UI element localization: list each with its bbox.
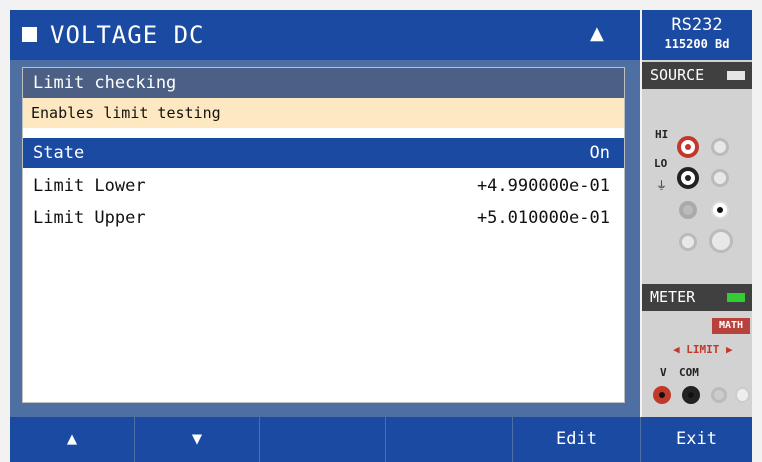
v-label: V — [660, 366, 667, 379]
terminal-jack-icon — [711, 201, 729, 219]
source-header: SOURCE — [642, 62, 752, 89]
row-value: On — [589, 143, 610, 163]
ground-icon: ⏚ — [656, 179, 667, 192]
softkey-3[interactable] — [260, 417, 386, 462]
limit-indicator: ◀ LIMIT ▶ — [673, 343, 733, 356]
com-label: COM — [679, 366, 699, 379]
warning-triangle-icon: ▲ — [590, 23, 604, 44]
softkey-label: Edit — [556, 429, 597, 449]
terminal-side-panel — [642, 60, 752, 417]
terminal-jack-icon — [711, 169, 729, 187]
source-indicator-icon — [727, 71, 745, 80]
terminal-jack-icon — [679, 201, 697, 219]
panel-heading: Limit checking — [23, 68, 624, 98]
softkey-label: Exit — [676, 429, 717, 449]
meter-indicator-icon — [727, 293, 745, 302]
row-label: Limit Lower — [33, 176, 146, 196]
baud-rate: 115200 Bd — [664, 37, 730, 51]
terminal-jack-icon — [735, 387, 750, 403]
row-label: Limit Upper — [33, 208, 146, 228]
hi-label: HI — [655, 128, 669, 141]
row-label: State — [33, 143, 85, 163]
instrument-screen: VOLTAGE DC ▲ RS232 115200 Bd Limit check… — [0, 0, 762, 462]
up-arrow-icon: ▲ — [66, 429, 78, 449]
softkey-up[interactable]: ▲ — [10, 417, 135, 462]
function-title: VOLTAGE DC — [50, 21, 205, 49]
terminal-jack-icon — [711, 138, 729, 156]
interface-status: RS232 115200 Bd — [642, 10, 752, 60]
softkey-edit[interactable]: Edit — [513, 417, 641, 462]
row-value: +4.990000e-01 — [476, 176, 610, 196]
source-label: SOURCE — [650, 66, 705, 84]
meter-label: METER — [650, 288, 696, 306]
row-limit-upper[interactable]: Limit Upper +5.010000e-01 — [23, 203, 624, 233]
function-square-icon — [22, 27, 37, 42]
function-title-bar: VOLTAGE DC ▲ — [10, 10, 640, 60]
source-hi-jack-icon — [677, 136, 699, 158]
meter-com-jack-icon — [682, 386, 700, 404]
softkey-bar: ▲ ▼ Edit Exit — [10, 417, 752, 462]
lo-label: LO — [654, 157, 668, 170]
row-state[interactable]: State On — [23, 138, 624, 168]
terminal-jack-icon — [709, 229, 733, 253]
interface-name: RS232 — [671, 15, 723, 35]
row-value: +5.010000e-01 — [476, 208, 610, 228]
meter-header: METER — [642, 284, 752, 311]
math-badge: MATH — [712, 318, 750, 334]
row-limit-lower[interactable]: Limit Lower +4.990000e-01 — [23, 171, 624, 201]
panel-hint: Enables limit testing — [23, 98, 624, 128]
source-lo-jack-icon — [677, 167, 699, 189]
softkey-exit[interactable]: Exit — [641, 417, 752, 462]
softkey-4[interactable] — [386, 417, 513, 462]
limit-checking-panel: Limit checking Enables limit testing Sta… — [22, 67, 625, 403]
terminal-jack-icon — [679, 233, 697, 251]
meter-v-jack-icon — [653, 386, 671, 404]
down-arrow-icon: ▼ — [191, 429, 203, 449]
softkey-down[interactable]: ▼ — [135, 417, 260, 462]
terminal-jack-icon — [711, 387, 727, 403]
